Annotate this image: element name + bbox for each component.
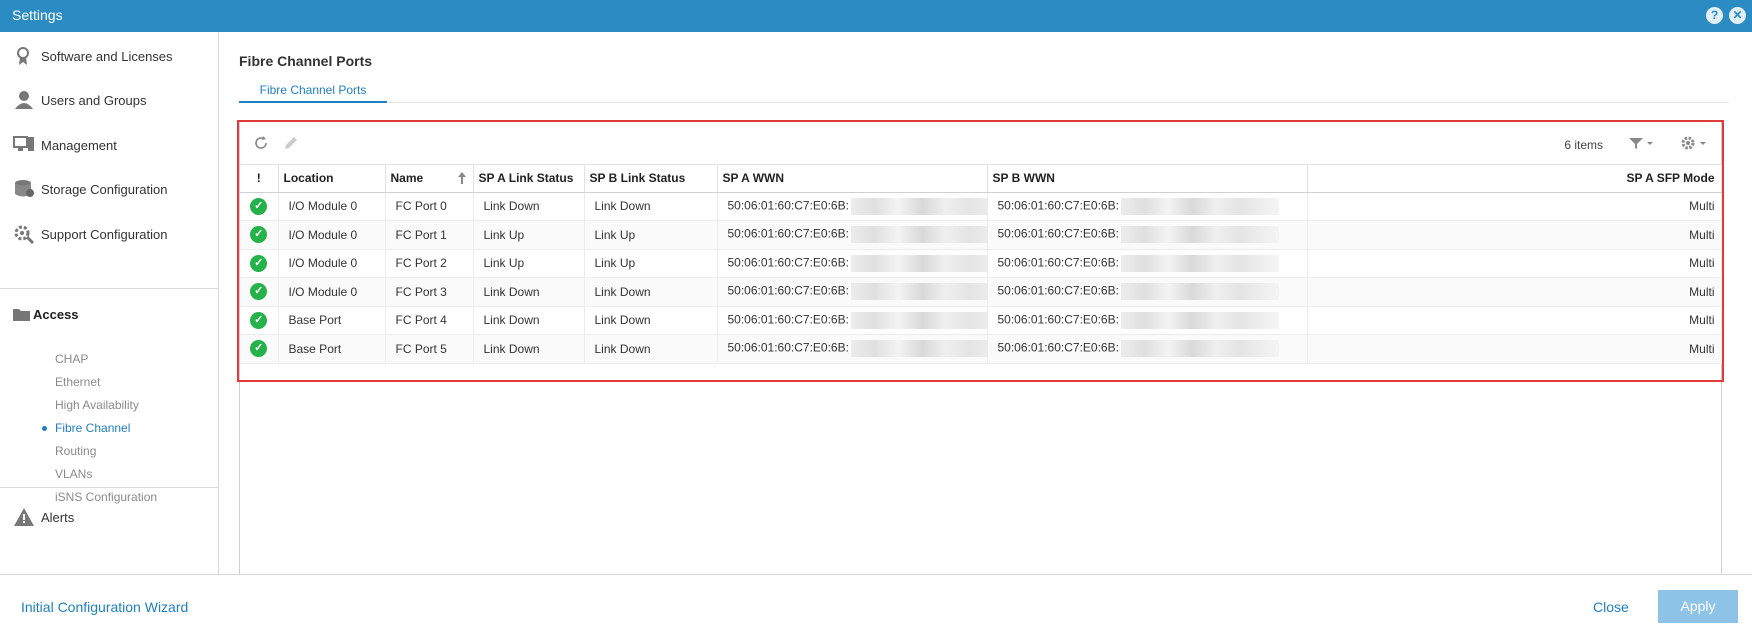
sidebar-item-software-and-licenses[interactable]: Software and Licenses <box>0 32 218 80</box>
sidebar-item-label: Users and Groups <box>41 93 147 108</box>
sidebar-item-support-configuration[interactable]: Support Configuration <box>0 210 218 258</box>
tab-fibre-channel-ports[interactable]: Fibre Channel Ports <box>239 74 387 103</box>
warning-icon <box>13 507 35 527</box>
subnav-ethernet[interactable]: Ethernet <box>55 375 100 389</box>
window-title: Settings <box>12 7 63 23</box>
gear-icon <box>13 224 35 245</box>
monitor-icon <box>13 135 35 155</box>
active-indicator <box>42 426 47 431</box>
sidebar-item-management[interactable]: Management <box>0 121 218 169</box>
user-icon <box>13 90 35 110</box>
ribbon-icon <box>13 46 35 66</box>
main-content: Fibre Channel Ports Fibre Channel Ports … <box>220 32 1752 582</box>
close-icon[interactable]: ✕ <box>1729 7 1746 24</box>
subnav-high-availability[interactable]: High Availability <box>55 398 139 412</box>
apply-button[interactable]: Apply <box>1658 590 1738 623</box>
sidebar-item-alerts[interactable]: Alerts <box>0 493 218 541</box>
close-button[interactable]: Close <box>1593 599 1629 615</box>
page-title: Fibre Channel Ports <box>239 53 373 69</box>
subnav-vlans[interactable]: VLANs <box>55 467 92 481</box>
access-section: Access CHAP Ethernet High Availability F… <box>0 288 218 504</box>
access-label: Access <box>33 307 79 322</box>
title-bar: Settings ? ✕ <box>0 0 1752 32</box>
sidebar-item-label: Alerts <box>41 510 75 525</box>
initial-configuration-wizard-link[interactable]: Initial Configuration Wizard <box>21 599 188 615</box>
sidebar-item-label: Management <box>41 138 117 153</box>
sidebar-item-storage-configuration[interactable]: Storage Configuration <box>0 165 218 213</box>
sidebar-item-users-and-groups[interactable]: Users and Groups <box>0 76 218 124</box>
database-icon <box>13 179 35 199</box>
dialog-footer: Initial Configuration Wizard Close Apply <box>0 574 1752 633</box>
sidebar: Software and Licenses Users and Groups M… <box>0 32 219 574</box>
subnav-fibre-channel[interactable]: Fibre Channel <box>55 421 130 435</box>
highlight-outline <box>237 120 1724 382</box>
folder-icon <box>13 307 30 324</box>
sidebar-item-access[interactable]: Access <box>13 307 213 327</box>
subnav-routing[interactable]: Routing <box>55 444 96 458</box>
sidebar-item-label: Storage Configuration <box>41 182 168 197</box>
sidebar-item-label: Software and Licenses <box>41 49 173 64</box>
sidebar-item-label: Support Configuration <box>41 227 168 242</box>
subnav-chap[interactable]: CHAP <box>55 352 88 366</box>
tab-bar: Fibre Channel Ports <box>239 74 1729 103</box>
help-icon[interactable]: ? <box>1706 7 1723 24</box>
